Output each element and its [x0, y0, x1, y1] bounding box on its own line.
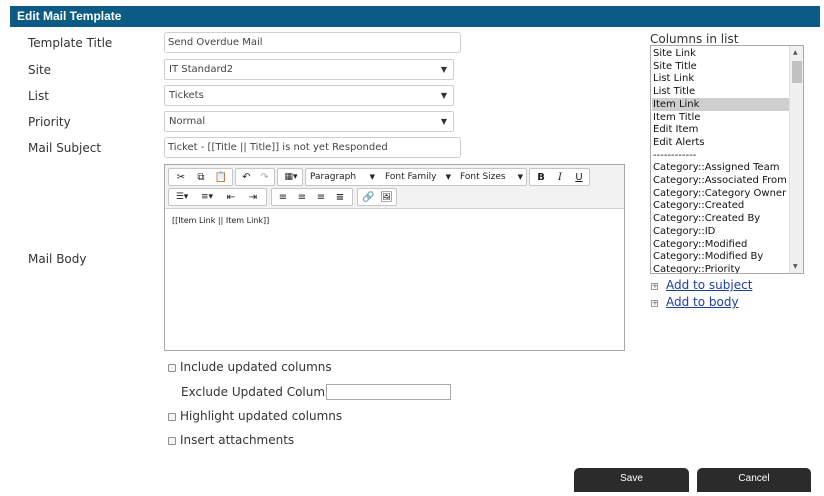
paste-icon[interactable]: 📋	[212, 170, 230, 185]
chevron-down-icon: ▼	[440, 91, 447, 100]
copy-icon[interactable]: ⧉	[192, 170, 210, 185]
font-family-dropdown[interactable]: Font Family ▼	[381, 170, 455, 185]
list-item[interactable]: Item Link	[652, 97, 789, 111]
exclude-updated-input[interactable]	[326, 384, 451, 400]
expand-icon: +	[651, 282, 658, 290]
image-icon[interactable]: 🖼	[378, 190, 395, 205]
columns-listbox[interactable]: Site Link Site Title List Link List Title It…	[650, 45, 804, 274]
list-item[interactable]: Category::Associated From Em	[653, 174, 803, 187]
columns-in-list-label: Columns in list	[650, 32, 739, 46]
table-icon[interactable]: ▦▾	[280, 170, 302, 185]
highlight-updated-checkbox[interactable]	[168, 413, 176, 421]
insert-attachments-checkbox[interactable]	[168, 437, 176, 445]
insert-group: 🔗 🖼	[357, 188, 397, 206]
list-item[interactable]: Item Title	[653, 111, 700, 124]
align-right-icon[interactable]: ≡	[312, 190, 330, 205]
align-justify-icon[interactable]: ≡	[331, 190, 349, 205]
align-left-icon[interactable]: ≡	[274, 190, 292, 205]
list-item[interactable]: Category::Assigned Team	[653, 161, 780, 174]
bold-button[interactable]: B	[532, 170, 550, 185]
style-group: B I U	[529, 168, 590, 186]
include-updated-label: Include updated columns	[180, 360, 332, 374]
scrollbar-thumb[interactable]	[792, 61, 802, 83]
list-item[interactable]: Edit Item	[653, 123, 698, 136]
site-label: Site	[28, 63, 52, 77]
clipboard-group: ✂ ⧉ 📋	[168, 168, 233, 186]
insert-attachments-label: Insert attachments	[180, 433, 295, 447]
paragraph-dropdown[interactable]: Paragraph ▼	[306, 170, 379, 185]
chevron-down-icon: ▼	[517, 173, 523, 181]
align-group: ≡ ≡ ≡ ≡	[271, 188, 353, 206]
list-item[interactable]: ------------	[653, 149, 696, 162]
align-center-icon[interactable]: ≡	[293, 190, 311, 205]
bullet-list-icon[interactable]: ☰▾	[171, 190, 193, 205]
chevron-down-icon: ▼	[445, 173, 451, 181]
chevron-down-icon: ▼	[369, 173, 375, 181]
site-select-value: IT Standard2	[169, 64, 234, 75]
scroll-down-icon[interactable]: ▼	[793, 263, 798, 270]
mail-subject-label: Mail Subject	[28, 141, 102, 155]
listbox-scrollbar[interactable]: ▲ ▼	[789, 46, 803, 273]
list-item[interactable]: Category::Created By	[653, 212, 760, 225]
list-indent-group: ☰▾ ≡▾ ⇤ ⇥	[168, 188, 267, 206]
list-label: List	[28, 89, 49, 103]
priority-select[interactable]: Normal ▼	[164, 111, 454, 132]
list-item[interactable]: Edit Alerts	[653, 136, 705, 149]
list-select[interactable]: Tickets ▼	[164, 85, 454, 106]
link-icon[interactable]: 🔗	[360, 190, 377, 205]
list-item[interactable]: List Link	[653, 72, 694, 85]
format-group: Paragraph ▼ Font Family ▼ Font Sizes ▼	[305, 168, 527, 186]
list-item[interactable]: Category::Modified By	[653, 250, 763, 263]
table-group: ▦▾	[277, 168, 303, 186]
list-item[interactable]: Site Title	[653, 60, 697, 73]
mail-body-editor[interactable]: ✂ ⧉ 📋 ↶ ↷ ▦▾ Paragraph ▼ Font Family ▼ Fon…	[164, 164, 625, 351]
priority-label: Priority	[28, 115, 71, 129]
highlight-updated-label: Highlight updated columns	[180, 409, 343, 423]
save-button[interactable]: Save	[574, 468, 689, 492]
outdent-icon[interactable]: ⇤	[221, 190, 241, 205]
expand-icon: +	[651, 299, 658, 307]
editor-toolbar: ✂ ⧉ 📋 ↶ ↷ ▦▾ Paragraph ▼ Font Family ▼ Fon…	[165, 165, 624, 209]
list-item[interactable]: Category::ID	[653, 225, 715, 238]
cancel-button[interactable]: Cancel	[697, 468, 811, 492]
list-item[interactable]: Category::Priority	[653, 263, 740, 273]
list-item[interactable]: Site Link	[653, 47, 696, 60]
indent-icon[interactable]: ⇥	[243, 190, 263, 205]
editor-content[interactable]: [[Item Link || Item Link]]	[172, 216, 269, 225]
list-item[interactable]: List Title	[653, 85, 695, 98]
undo-icon[interactable]: ↶	[238, 170, 255, 185]
redo-icon[interactable]: ↷	[256, 170, 273, 185]
list-select-value: Tickets	[169, 90, 204, 101]
cut-icon[interactable]: ✂	[172, 170, 190, 185]
site-select[interactable]: IT Standard2 ▼	[164, 59, 454, 80]
chevron-down-icon: ▼	[440, 117, 447, 126]
add-to-subject-link[interactable]: Add to subject	[666, 278, 752, 292]
underline-button[interactable]: U	[570, 170, 588, 185]
list-item[interactable]: Category::Modified	[653, 238, 747, 251]
template-title-input[interactable]: Send Overdue Mail	[164, 32, 461, 53]
scroll-up-icon[interactable]: ▲	[793, 49, 798, 56]
add-to-body-link[interactable]: Add to body	[666, 295, 739, 309]
mail-subject-input[interactable]: Ticket - [[Title || Title]] is not yet R…	[164, 137, 461, 158]
template-title-label: Template Title	[28, 36, 113, 50]
priority-select-value: Normal	[169, 116, 206, 127]
list-item[interactable]: Category::Category Owner	[653, 187, 786, 200]
numbered-list-icon[interactable]: ≡▾	[195, 190, 219, 205]
window-title: Edit Mail Template	[10, 6, 820, 27]
italic-button[interactable]: I	[551, 170, 569, 185]
chevron-down-icon: ▼	[440, 65, 447, 74]
history-group: ↶ ↷	[235, 168, 275, 186]
exclude-updated-label: Exclude Updated Columns	[181, 385, 339, 399]
include-updated-checkbox[interactable]	[168, 364, 176, 372]
font-sizes-dropdown[interactable]: Font Sizes ▼	[456, 170, 527, 185]
list-item[interactable]: Category::Created	[653, 199, 744, 212]
mail-body-label: Mail Body	[28, 252, 87, 266]
